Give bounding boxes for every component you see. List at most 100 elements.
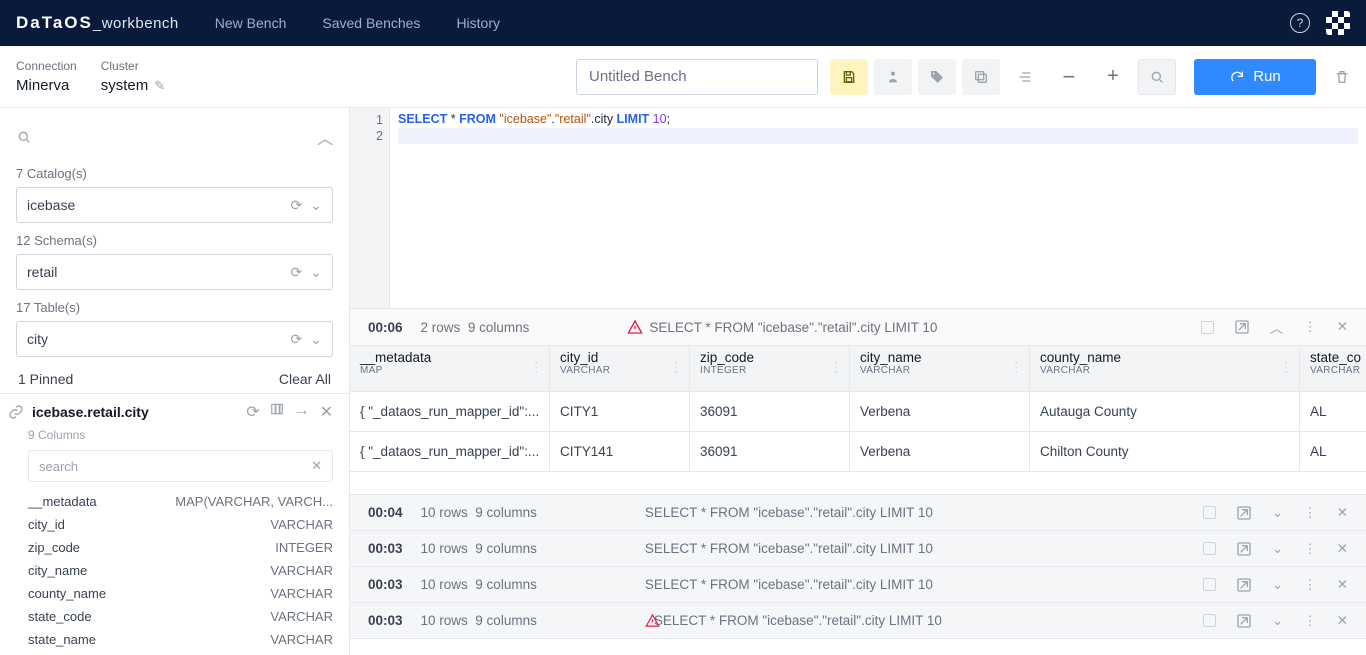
history-row[interactable]: 00:0310 rows 9 columnsSELECT * FROM "ice… [350,603,1366,639]
more-icon[interactable]: ⋮ [1303,613,1317,629]
copy-button[interactable] [962,59,1000,95]
table-cell: CITY1 [550,392,690,432]
export-icon[interactable] [1236,577,1252,593]
table-header[interactable]: county_nameVARCHAR⋮ [1030,346,1300,392]
columns-icon[interactable] [270,402,284,422]
export-icon[interactable] [1234,319,1250,335]
app-grid-icon[interactable] [1326,11,1350,35]
table-header[interactable]: zip_codeINTEGER⋮ [690,346,850,392]
table-cell: { "_dataos_run_mapper_id":... [350,432,550,472]
export-icon[interactable] [1236,541,1252,557]
catalog-select[interactable]: icebase ⟳ ⌄ [16,187,333,223]
export-icon[interactable] [1236,505,1252,521]
chevron-down-icon[interactable]: ⌄ [1272,577,1283,593]
more-icon[interactable]: ⋮ [1303,541,1317,557]
column-row[interactable]: state_nameVARCHAR [28,628,333,651]
editor-gutter: 12 [350,108,390,308]
table-header[interactable]: state_coVARCHAR⋮ [1300,346,1366,392]
chevron-down-icon[interactable]: ⌄ [1272,613,1283,629]
chevron-down-icon[interactable]: ⌄ [310,264,322,281]
logo: DaTaOS_workbench [16,13,179,33]
table-header[interactable]: city_nameVARCHAR⋮ [850,346,1030,392]
table-header[interactable]: __metadataMAP⋮ [350,346,550,392]
topbar: DaTaOS_workbench New Bench Saved Benches… [0,0,1366,46]
run-button[interactable]: Run [1194,59,1316,95]
nav-saved-benches[interactable]: Saved Benches [322,15,420,31]
history-row[interactable]: 00:0410 rows 9 columnsSELECT * FROM "ice… [350,495,1366,531]
search-placeholder: search [39,459,78,474]
chevron-up-icon[interactable]: ︿ [1270,317,1284,337]
more-icon[interactable]: ⋮ [1303,505,1317,521]
close-icon[interactable]: ✕ [1337,319,1348,335]
brand-text: DaTaOS [16,13,93,32]
catalog-value: icebase [27,197,75,213]
search-icon[interactable] [16,129,32,145]
column-row[interactable]: __metadataMAP(VARCHAR, VARCH... [28,490,333,513]
column-row[interactable]: state_codeVARCHAR [28,605,333,628]
select-checkbox[interactable] [1201,321,1214,334]
arrow-right-icon[interactable]: → [294,402,310,422]
tag-button[interactable] [918,59,956,95]
chevron-down-icon[interactable]: ⌄ [1272,541,1283,557]
select-checkbox[interactable] [1203,614,1216,627]
collapse-icon[interactable]: ︿ [317,125,333,149]
select-checkbox[interactable] [1203,578,1216,591]
history-row[interactable]: 00:0310 rows 9 columnsSELECT * FROM "ice… [350,567,1366,603]
clear-all-button[interactable]: Clear All [279,371,331,387]
clear-icon[interactable]: ✕ [311,458,322,474]
column-row[interactable]: zip_codeINTEGER [28,536,333,559]
bench-name-input[interactable]: Untitled Bench [576,59,818,95]
table-select[interactable]: city ⟳⌄ [16,321,333,357]
close-icon[interactable]: ✕ [1337,505,1348,521]
zoom-button[interactable] [1138,59,1176,95]
help-icon[interactable]: ? [1290,13,1310,33]
delete-button[interactable] [1334,69,1350,85]
more-icon[interactable]: ⋮ [1303,577,1317,593]
history-row[interactable]: 00:0310 rows 9 columnsSELECT * FROM "ice… [350,531,1366,567]
close-icon[interactable]: ✕ [1337,541,1348,557]
brand-suffix: _workbench [93,15,179,32]
plus-button[interactable]: + [1094,59,1132,95]
share-button[interactable] [874,59,912,95]
column-search-input[interactable]: search ✕ [28,450,333,482]
nav-new-bench[interactable]: New Bench [215,15,287,31]
table-cell: Chilton County [1030,432,1300,472]
chevron-down-icon[interactable]: ⌄ [1272,505,1283,521]
export-icon[interactable] [1236,613,1252,629]
chevron-down-icon[interactable]: ⌄ [310,197,322,214]
refresh-icon[interactable]: ⟳ [291,264,303,281]
table-cell: { "_dataos_run_mapper_id":... [350,392,550,432]
schema-select[interactable]: retail ⟳ ⌄ [16,254,333,290]
result-header: 00:06 2 rows 9 columns SELECT * FROM "ic… [350,308,1366,346]
chevron-down-icon[interactable]: ⌄ [310,331,322,348]
refresh-icon[interactable]: ⟳ [246,402,259,422]
connection-value[interactable]: Minerva [16,77,77,94]
save-button[interactable] [830,59,868,95]
refresh-icon[interactable]: ⟳ [291,197,303,214]
table-cell: AL [1300,432,1366,472]
pinned-name[interactable]: icebase.retail.city [32,404,149,420]
column-row[interactable]: city_idVARCHAR [28,513,333,536]
column-row[interactable]: county_nameVARCHAR [28,582,333,605]
sidebar: ︿ 7 Catalog(s) icebase ⟳⌄ 12 Schema(s) r… [0,108,350,655]
main: 12 SELECT * FROM "icebase"."retail".city… [350,108,1366,655]
cluster-value[interactable]: system✎ [101,77,165,94]
close-icon[interactable]: ✕ [320,402,333,422]
schema-value: retail [27,264,57,280]
close-icon[interactable]: ✕ [1337,613,1348,629]
format-button[interactable] [1006,59,1044,95]
editor-active-line [398,128,1358,144]
sql-editor[interactable]: 12 SELECT * FROM "icebase"."retail".city… [350,108,1366,308]
result-query: SELECT * FROM "icebase"."retail".city LI… [649,320,937,335]
table-header[interactable]: city_idVARCHAR⋮ [550,346,690,392]
minus-button[interactable]: − [1050,59,1088,95]
nav-history[interactable]: History [456,15,500,31]
column-row[interactable]: city_nameVARCHAR [28,559,333,582]
refresh-icon[interactable]: ⟳ [291,331,303,348]
select-checkbox[interactable] [1203,506,1216,519]
more-icon[interactable]: ⋮ [1303,319,1317,335]
close-icon[interactable]: ✕ [1337,577,1348,593]
history-list: 00:0410 rows 9 columnsSELECT * FROM "ice… [350,494,1366,639]
pencil-icon[interactable]: ✎ [154,78,165,93]
select-checkbox[interactable] [1203,542,1216,555]
